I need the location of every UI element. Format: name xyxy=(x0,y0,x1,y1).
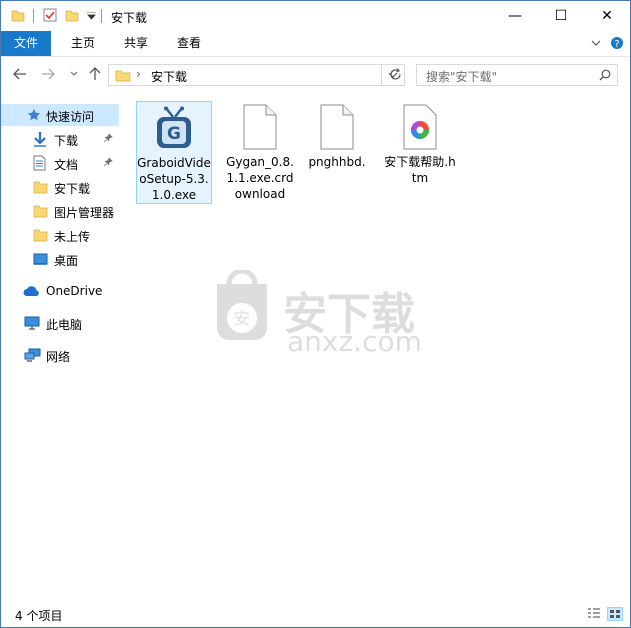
cloud-icon xyxy=(23,286,39,296)
network-icon xyxy=(24,348,41,362)
separator xyxy=(101,9,102,23)
blank-file-icon xyxy=(320,104,354,150)
separator xyxy=(33,9,34,23)
folder-icon xyxy=(33,181,48,194)
file-name: 安下载帮助.htm xyxy=(384,155,456,185)
close-button[interactable]: ✕ xyxy=(584,1,630,31)
file-item[interactable]: 安下载帮助.htm xyxy=(383,102,457,186)
forward-arrow-icon[interactable] xyxy=(41,68,55,80)
tab-share[interactable]: 共享 xyxy=(114,31,158,56)
sidebar-item-quick-access[interactable]: 快速访问 xyxy=(1,104,119,126)
status-bar: 4 个项目 xyxy=(1,602,630,626)
large-icons-view-icon[interactable] xyxy=(607,607,623,621)
sidebar-item-documents[interactable]: 文档 xyxy=(1,152,119,174)
file-item[interactable]: pnghhbd. xyxy=(300,102,374,170)
window-title: 安下载 xyxy=(111,11,148,25)
graboid-tv-icon: G xyxy=(157,106,191,148)
search-placeholder: 搜索"安下载" xyxy=(426,70,498,84)
customize-toolbar-icon[interactable] xyxy=(87,12,96,20)
svg-text:?: ? xyxy=(614,39,619,50)
document-icon xyxy=(33,155,46,171)
download-icon xyxy=(34,132,46,147)
navigation-pane: 快速访问 下载 文档 安下载 图片管理器 未上传 桌面 OneDrive 此电脑… xyxy=(1,92,119,600)
chevron-down-icon[interactable] xyxy=(591,40,601,47)
address-bar[interactable]: › 安下载 xyxy=(108,64,382,86)
sidebar-item-label: 未上传 xyxy=(54,230,91,244)
sidebar-item-label: 此电脑 xyxy=(46,318,83,332)
star-icon xyxy=(28,109,40,121)
sidebar-item-label: 桌面 xyxy=(54,254,79,268)
tab-view[interactable]: 查看 xyxy=(167,31,211,56)
folder-icon xyxy=(11,10,25,22)
watermark-shield-char: 安 xyxy=(234,309,250,328)
sidebar-item-onedrive[interactable]: OneDrive xyxy=(1,280,119,302)
refresh-icon[interactable] xyxy=(389,68,402,81)
pin-icon[interactable] xyxy=(103,133,113,143)
file-item[interactable]: Gygan_0.8.1.1.exe.crdownload xyxy=(223,102,297,202)
blank-file-icon xyxy=(243,104,277,150)
ribbon-tabs: 文件 主页 共享 查看 ? xyxy=(1,31,630,57)
pin-icon[interactable] xyxy=(103,157,113,167)
item-count: 4 个项目 xyxy=(15,609,63,623)
sidebar-item-not-uploaded[interactable]: 未上传 xyxy=(1,224,119,246)
sidebar-item-anxiazai[interactable]: 安下载 xyxy=(1,176,119,198)
sidebar-item-label: 下载 xyxy=(54,134,79,148)
file-name: GraboidVideoSetup-5.3.1.0.exe xyxy=(137,156,211,202)
folder-icon xyxy=(33,205,48,218)
desktop-icon xyxy=(33,253,48,265)
file-name: pnghhbd. xyxy=(308,155,366,169)
folder-icon xyxy=(33,229,48,242)
file-item[interactable]: G GraboidVideoSetup-5.3.1.0.exe xyxy=(136,101,212,204)
back-arrow-icon[interactable] xyxy=(13,68,27,80)
sidebar-item-label: 网络 xyxy=(46,350,71,364)
folder-icon xyxy=(115,70,131,82)
help-icon[interactable]: ? xyxy=(610,36,624,50)
breadcrumb-separator[interactable]: › xyxy=(136,67,141,81)
new-folder-icon[interactable] xyxy=(65,8,79,22)
sidebar-item-network[interactable]: 网络 xyxy=(1,344,119,366)
minimize-button[interactable]: — xyxy=(492,1,538,31)
breadcrumb[interactable]: 安下载 xyxy=(151,68,187,85)
title-bar: 安下载 — ☐ ✕ xyxy=(1,1,630,31)
search-icon[interactable] xyxy=(599,69,611,81)
sidebar-item-label: 快速访问 xyxy=(46,110,95,124)
watermark-domain: anxz.com xyxy=(287,325,422,358)
sidebar-item-downloads[interactable]: 下载 xyxy=(1,128,119,150)
properties-check-icon[interactable] xyxy=(43,8,57,22)
sidebar-item-desktop[interactable]: 桌面 xyxy=(1,248,119,270)
address-toolbar: › 安下载 搜索"安下载" xyxy=(1,57,630,92)
tab-file[interactable]: 文件 xyxy=(1,31,51,56)
file-name: Gygan_0.8.1.1.exe.crdownload xyxy=(226,155,294,201)
svg-text:G: G xyxy=(167,124,181,144)
up-arrow-icon[interactable] xyxy=(89,67,101,81)
recent-locations-icon[interactable] xyxy=(70,71,78,77)
sidebar-item-label: 文档 xyxy=(54,158,79,172)
computer-icon xyxy=(24,316,40,330)
colorful-browser-icon xyxy=(403,104,437,150)
search-input[interactable]: 搜索"安下载" xyxy=(416,64,618,86)
sidebar-item-label: OneDrive xyxy=(46,284,103,298)
sidebar-item-image-manager[interactable]: 图片管理器 xyxy=(1,200,119,222)
shield-logo-icon: 安 xyxy=(217,270,267,340)
sidebar-item-label: 安下载 xyxy=(54,182,91,196)
sidebar-item-this-pc[interactable]: 此电脑 xyxy=(1,312,119,334)
tab-home[interactable]: 主页 xyxy=(61,31,105,56)
details-view-icon[interactable] xyxy=(587,607,601,619)
maximize-button[interactable]: ☐ xyxy=(538,1,584,31)
sidebar-item-label: 图片管理器 xyxy=(54,206,115,220)
